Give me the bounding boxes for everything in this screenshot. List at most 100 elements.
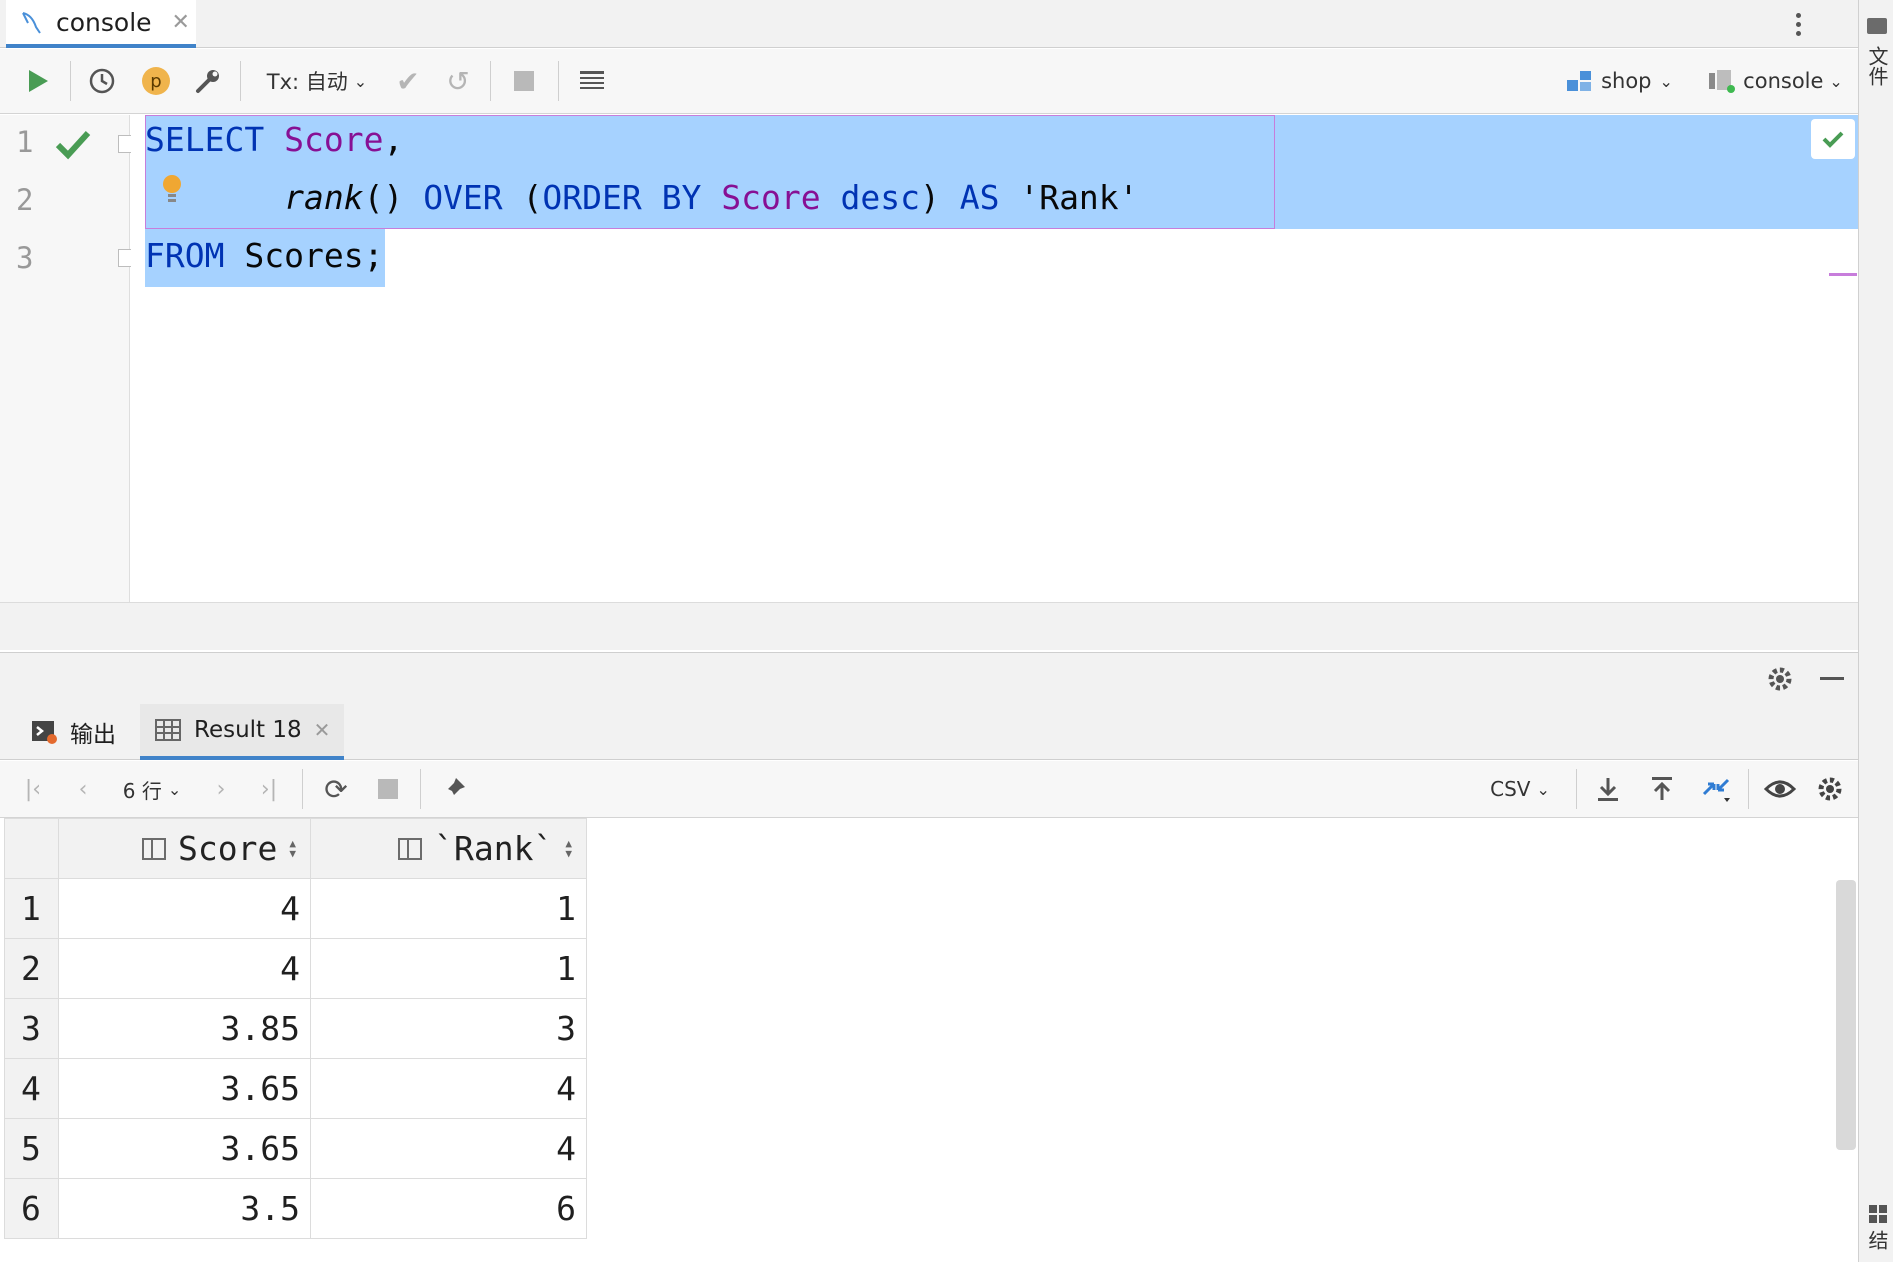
table-row[interactable]: 4 3.65 4 <box>4 1058 587 1119</box>
cell-rank[interactable]: 4 <box>310 1058 587 1119</box>
vertical-scrollbar[interactable] <box>1836 880 1856 1150</box>
session-icon <box>1709 70 1736 93</box>
chevron-down-icon: ⌄ <box>1829 71 1843 91</box>
gear-icon[interactable] <box>1766 665 1794 693</box>
export-format-dropdown[interactable]: CSV ⌄ <box>1484 767 1556 811</box>
tab-console[interactable]: console ✕ <box>6 0 196 48</box>
refresh-button[interactable]: ⟳ <box>316 767 356 811</box>
scroll-marker <box>1829 273 1857 276</box>
table-icon <box>155 719 181 741</box>
services-panel-header <box>0 652 1858 704</box>
next-page-button[interactable]: › <box>204 767 238 811</box>
mysql-console-icon <box>22 12 41 34</box>
row-number: 1 <box>4 878 59 939</box>
commit-button[interactable]: ✔ <box>390 59 426 103</box>
cancel-query-button[interactable] <box>370 767 406 811</box>
stop-button[interactable] <box>504 59 544 103</box>
output-layout-button[interactable] <box>572 59 612 103</box>
refresh-icon: ⟳ <box>324 772 348 806</box>
structure-icon[interactable] <box>1869 1205 1887 1223</box>
cell-rank[interactable]: 1 <box>310 878 587 939</box>
cell-rank[interactable]: 3 <box>310 998 587 1059</box>
import-button[interactable] <box>1644 767 1680 811</box>
last-page-icon: ›| <box>260 776 278 802</box>
table-row[interactable]: 3 3.85 3 <box>4 998 587 1059</box>
export-button[interactable] <box>1590 767 1626 811</box>
checkmark-icon: ✔ <box>396 64 420 98</box>
cell-rank[interactable]: 4 <box>310 1118 587 1179</box>
row-number: 6 <box>4 1178 59 1239</box>
last-page-button[interactable]: ›| <box>252 767 286 811</box>
table-header-row: Score ▲ ▼ `Rank` ▲ ▼ <box>4 818 587 879</box>
sort-icon[interactable]: ▲ ▼ <box>565 838 572 859</box>
tab-result[interactable]: Result 18 ✕ <box>140 704 345 760</box>
column-icon <box>398 837 423 860</box>
schema-icon <box>1567 71 1592 91</box>
sort-icon[interactable]: ▲ ▼ <box>289 838 296 859</box>
result-tabs-bar: 输出 Result 18 ✕ <box>0 704 1858 760</box>
folder-icon[interactable] <box>1867 18 1887 34</box>
previous-page-button[interactable]: ‹ <box>66 767 100 811</box>
view-options-button[interactable] <box>1760 767 1800 811</box>
column-header-label: Score <box>178 829 278 868</box>
stop-icon <box>378 779 398 799</box>
first-page-icon: |‹ <box>24 776 42 802</box>
compare-arrows-icon <box>1702 778 1730 802</box>
result-table: Score ▲ ▼ `Rank` ▲ ▼ 1 4 1 2 4 1 3 3.85 3 <box>4 818 587 1239</box>
grid-settings-button[interactable] <box>1812 767 1848 811</box>
line-number: 2 <box>16 183 34 217</box>
session-dropdown[interactable]: console ⌄ <box>1706 59 1844 103</box>
close-icon[interactable]: ✕ <box>172 10 190 35</box>
pin-tab-button[interactable] <box>434 767 474 811</box>
code-line-1: SELECT Score, <box>145 120 404 159</box>
files-tool-label[interactable]: 文件 <box>1865 46 1889 86</box>
column-header-rank[interactable]: `Rank` ▲ ▼ <box>310 818 587 879</box>
table-row[interactable]: 1 4 1 <box>4 878 587 939</box>
close-icon[interactable]: ✕ <box>314 718 331 742</box>
profile-badge-icon: p <box>142 67 170 95</box>
compare-button[interactable] <box>1696 767 1736 811</box>
cell-score[interactable]: 3.65 <box>58 1058 311 1119</box>
undo-icon: ↺ <box>446 64 470 98</box>
first-page-button[interactable]: |‹ <box>16 767 50 811</box>
table-row[interactable]: 6 3.5 6 <box>4 1178 587 1239</box>
table-row[interactable]: 2 4 1 <box>4 938 587 999</box>
cell-rank[interactable]: 6 <box>310 1178 587 1239</box>
settings-wrench-button[interactable] <box>188 59 228 103</box>
table-row[interactable]: 5 3.65 4 <box>4 1118 587 1179</box>
tab-result-label: Result 18 <box>194 717 302 743</box>
row-number: 3 <box>4 998 59 1059</box>
code-line-2: rank() OVER (ORDER BY Score desc) AS 'Ra… <box>284 178 1139 217</box>
cell-score[interactable]: 3.85 <box>58 998 311 1059</box>
page-size-dropdown[interactable]: 6 行 ⌄ <box>112 767 192 811</box>
datasource-label: shop <box>1601 69 1652 93</box>
tab-output[interactable]: 输出 <box>30 704 116 760</box>
cell-score[interactable]: 4 <box>58 878 311 939</box>
rows-count-label: 6 行 <box>122 778 162 803</box>
structure-tool-label[interactable]: 结 <box>1865 1230 1889 1250</box>
more-vertical-icon[interactable] <box>1786 4 1810 44</box>
profile-button[interactable]: p <box>136 59 176 103</box>
table-list-icon <box>580 71 604 89</box>
run-button[interactable] <box>18 59 58 103</box>
line-number: 3 <box>16 241 34 275</box>
datasource-dropdown[interactable]: shop ⌄ <box>1560 59 1678 103</box>
transaction-mode-dropdown[interactable]: Tx: 自动 ⌄ <box>262 59 372 103</box>
minimize-icon[interactable] <box>1820 677 1844 680</box>
clock-icon <box>89 68 115 94</box>
chevron-down-icon: ⌄ <box>1536 779 1550 799</box>
pin-icon <box>444 778 465 799</box>
cell-score[interactable]: 4 <box>58 938 311 999</box>
rollback-button[interactable]: ↺ <box>440 59 476 103</box>
editor-gutter: 1 2 3 <box>0 115 136 602</box>
history-button[interactable] <box>82 59 122 103</box>
session-label: console <box>1743 69 1824 93</box>
editor-status-area <box>0 602 1858 650</box>
cell-score[interactable]: 3.65 <box>58 1118 311 1179</box>
cell-score[interactable]: 3.5 <box>58 1178 311 1239</box>
row-number: 2 <box>4 938 59 999</box>
cell-rank[interactable]: 1 <box>310 938 587 999</box>
column-header-score[interactable]: Score ▲ ▼ <box>58 818 311 879</box>
inspection-ok-icon[interactable] <box>1811 119 1855 159</box>
column-icon <box>142 837 167 860</box>
